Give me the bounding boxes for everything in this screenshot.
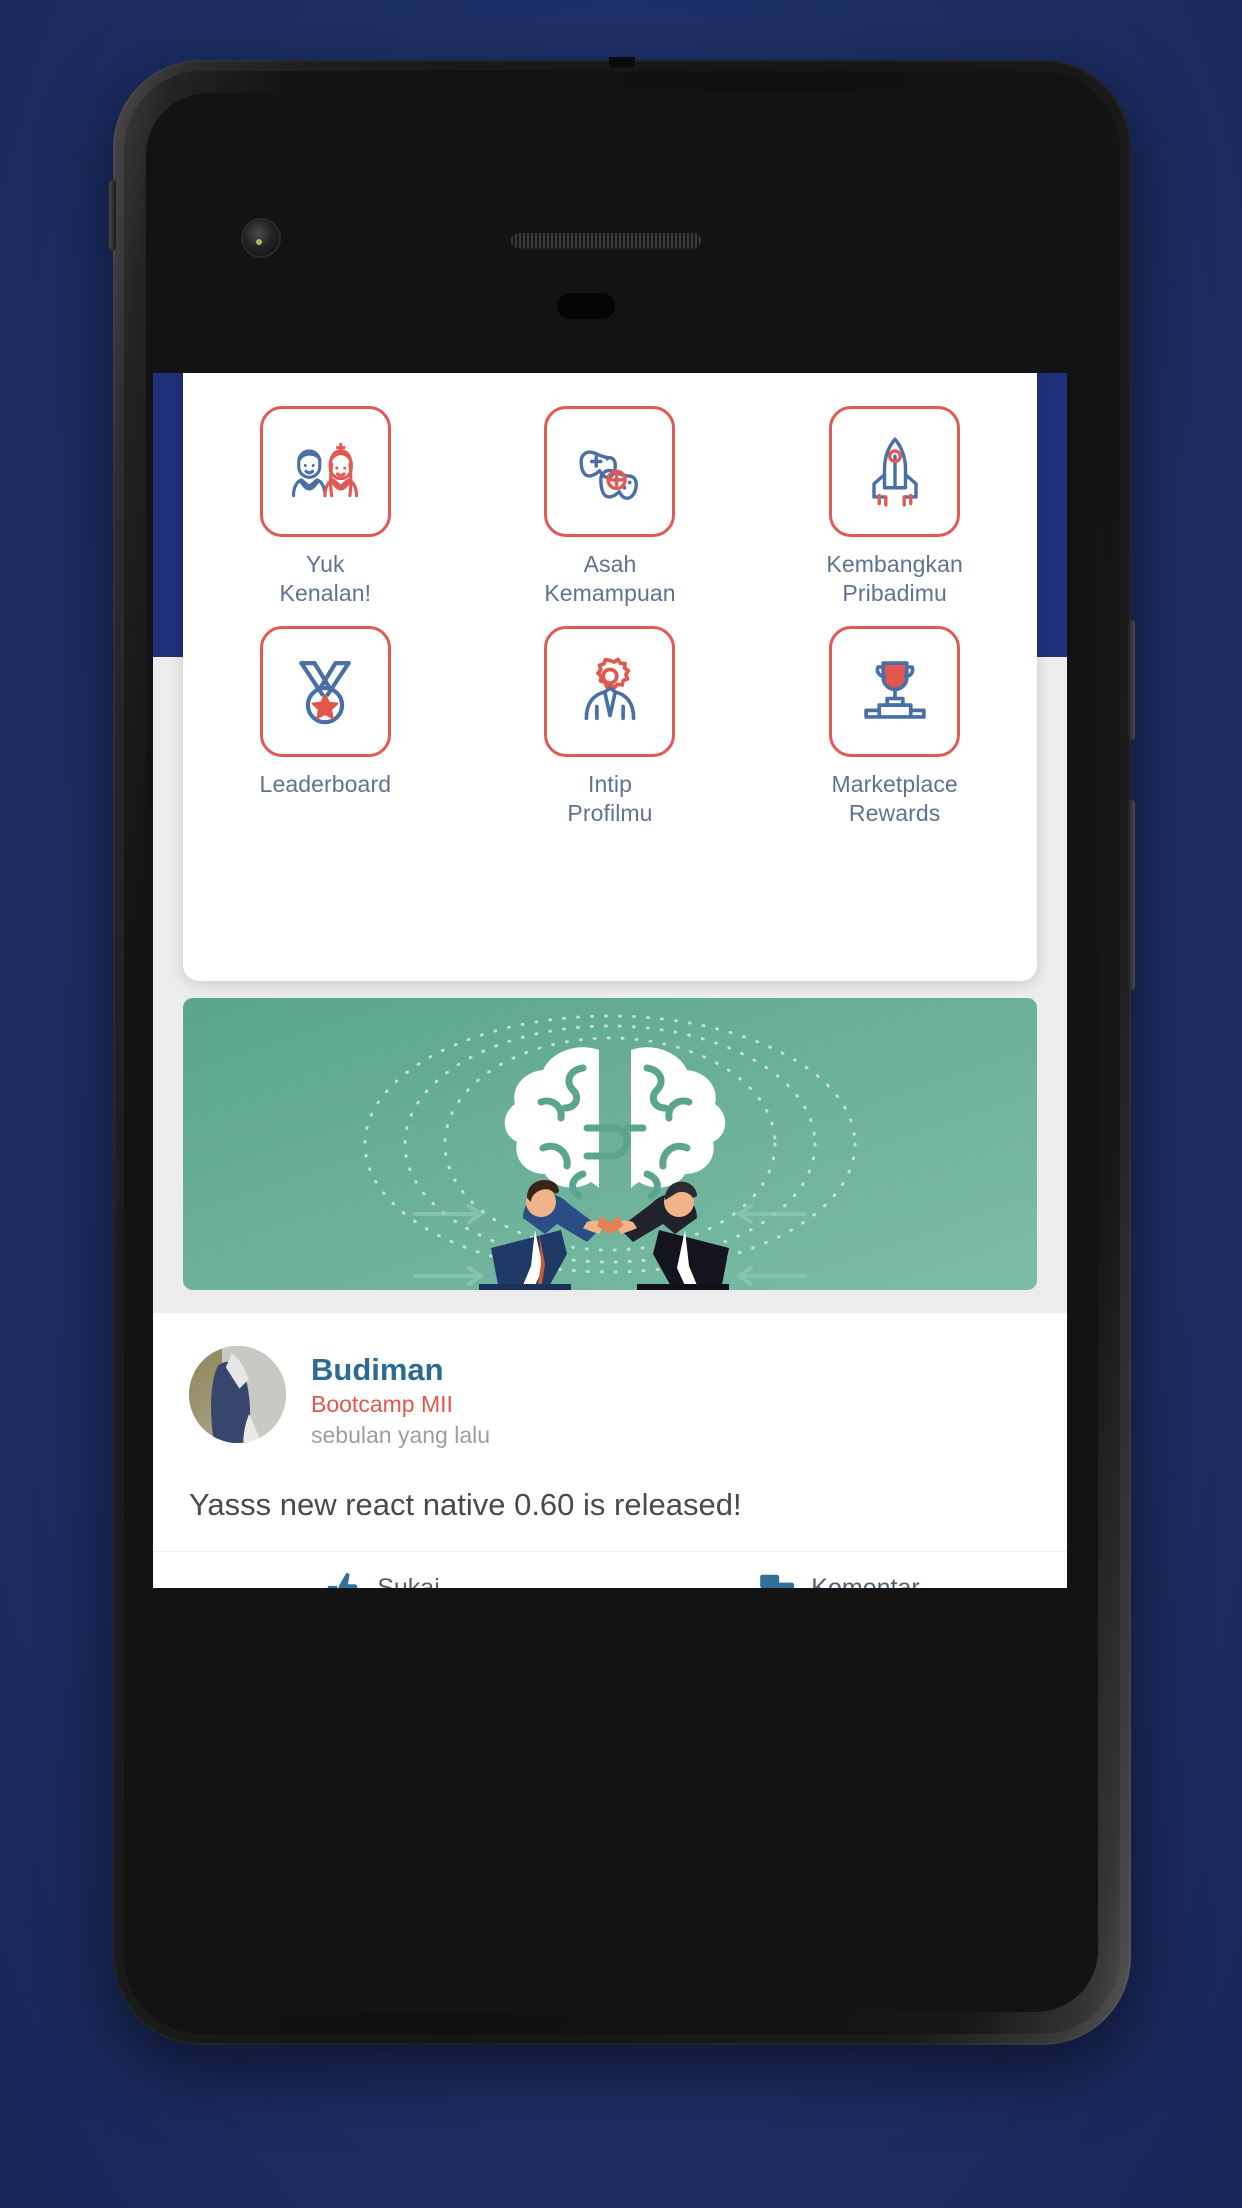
sensor-cutout [557, 293, 615, 319]
people-couple-icon [292, 442, 359, 497]
left-side-button[interactable] [109, 180, 116, 250]
post-meta: Budiman Bootcamp MII sebulan yang lalu [311, 1346, 490, 1451]
front-camera-icon [243, 220, 279, 256]
menu-item-label: Yuk Kenalan! [279, 551, 372, 606]
post-actions: Sukai Komentar [153, 1551, 1067, 1588]
menu-tile [259, 406, 391, 537]
phone-screen: Yuk Kenalan! Asah Kemampuan Kembangkan P… [153, 373, 1067, 1588]
post-timestamp: sebulan yang lalu [311, 1422, 491, 1448]
menu-item-label: Asah Kemampuan [544, 551, 676, 606]
menu-item-leaderboard[interactable]: Leaderboard [183, 626, 468, 828]
comment-icon [760, 1574, 795, 1588]
menu-tile [544, 406, 676, 537]
power-button[interactable] [1127, 620, 1135, 740]
menu-item-label: Marketplace Rewards [831, 771, 958, 826]
earpiece-speaker-icon [511, 233, 701, 248]
quick-menu-card: Yuk Kenalan! Asah Kemampuan Kembangkan P… [183, 373, 1037, 981]
thumbs-up-icon [327, 1572, 358, 1588]
menu-tile [829, 626, 961, 757]
comment-button[interactable]: Komentar [610, 1552, 1067, 1588]
avatar[interactable] [189, 1346, 286, 1443]
news-feed: Budiman Bootcamp MII sebulan yang lalu Y… [153, 1313, 1067, 1588]
phone-frame: Yuk Kenalan! Asah Kemampuan Kembangkan P… [109, 57, 1135, 2045]
post-body: Yasss new react native 0.60 is released! [189, 1487, 742, 1522]
menu-tile [259, 626, 391, 757]
banner-illustration [183, 998, 1037, 1290]
rocket-icon [871, 436, 918, 507]
menu-item-label: Kembangkan Pribadimu [826, 551, 963, 606]
like-label: Sukai [377, 1574, 440, 1588]
menu-item-label: Leaderboard [259, 771, 392, 797]
person-gear-icon [584, 657, 636, 720]
antenna-nub [609, 57, 635, 67]
like-button[interactable]: Sukai [153, 1552, 610, 1588]
brain-teamwork-banner[interactable] [183, 998, 1037, 1290]
post-org: Bootcamp MII [311, 1391, 453, 1417]
post-author: Budiman [311, 1352, 444, 1387]
phone-bezel: Yuk Kenalan! Asah Kemampuan Kembangkan P… [146, 93, 1098, 2012]
gamepad-icon [579, 449, 638, 500]
menu-item-asah-kemampuan[interactable]: Asah Kemampuan [468, 406, 753, 608]
menu-item-yuk-kenalan[interactable]: Yuk Kenalan! [183, 406, 468, 608]
quick-menu-grid: Yuk Kenalan! Asah Kemampuan Kembangkan P… [183, 406, 1037, 828]
post-header: Budiman Bootcamp MII sebulan yang lalu [153, 1313, 1067, 1463]
feed-post: Budiman Bootcamp MII sebulan yang lalu Y… [153, 1313, 1067, 1588]
medal-icon [299, 660, 352, 724]
star-icon [311, 693, 339, 719]
phone-inner-frame: Yuk Kenalan! Asah Kemampuan Kembangkan P… [124, 71, 1120, 2034]
menu-item-marketplace-rewards[interactable]: Marketplace Rewards [752, 626, 1037, 828]
menu-item-intip-profilmu[interactable]: Intip Profilmu [468, 626, 753, 828]
budiman-avatar [189, 1346, 286, 1443]
menu-tile [544, 626, 676, 757]
comment-label: Komentar [811, 1574, 920, 1588]
menu-item-kembangkan-pribadimu[interactable]: Kembangkan Pribadimu [752, 406, 1037, 608]
volume-button[interactable] [1127, 800, 1135, 990]
menu-item-label: Intip Profilmu [567, 771, 653, 826]
trophy-podium-icon [863, 660, 926, 719]
menu-tile [829, 406, 961, 537]
